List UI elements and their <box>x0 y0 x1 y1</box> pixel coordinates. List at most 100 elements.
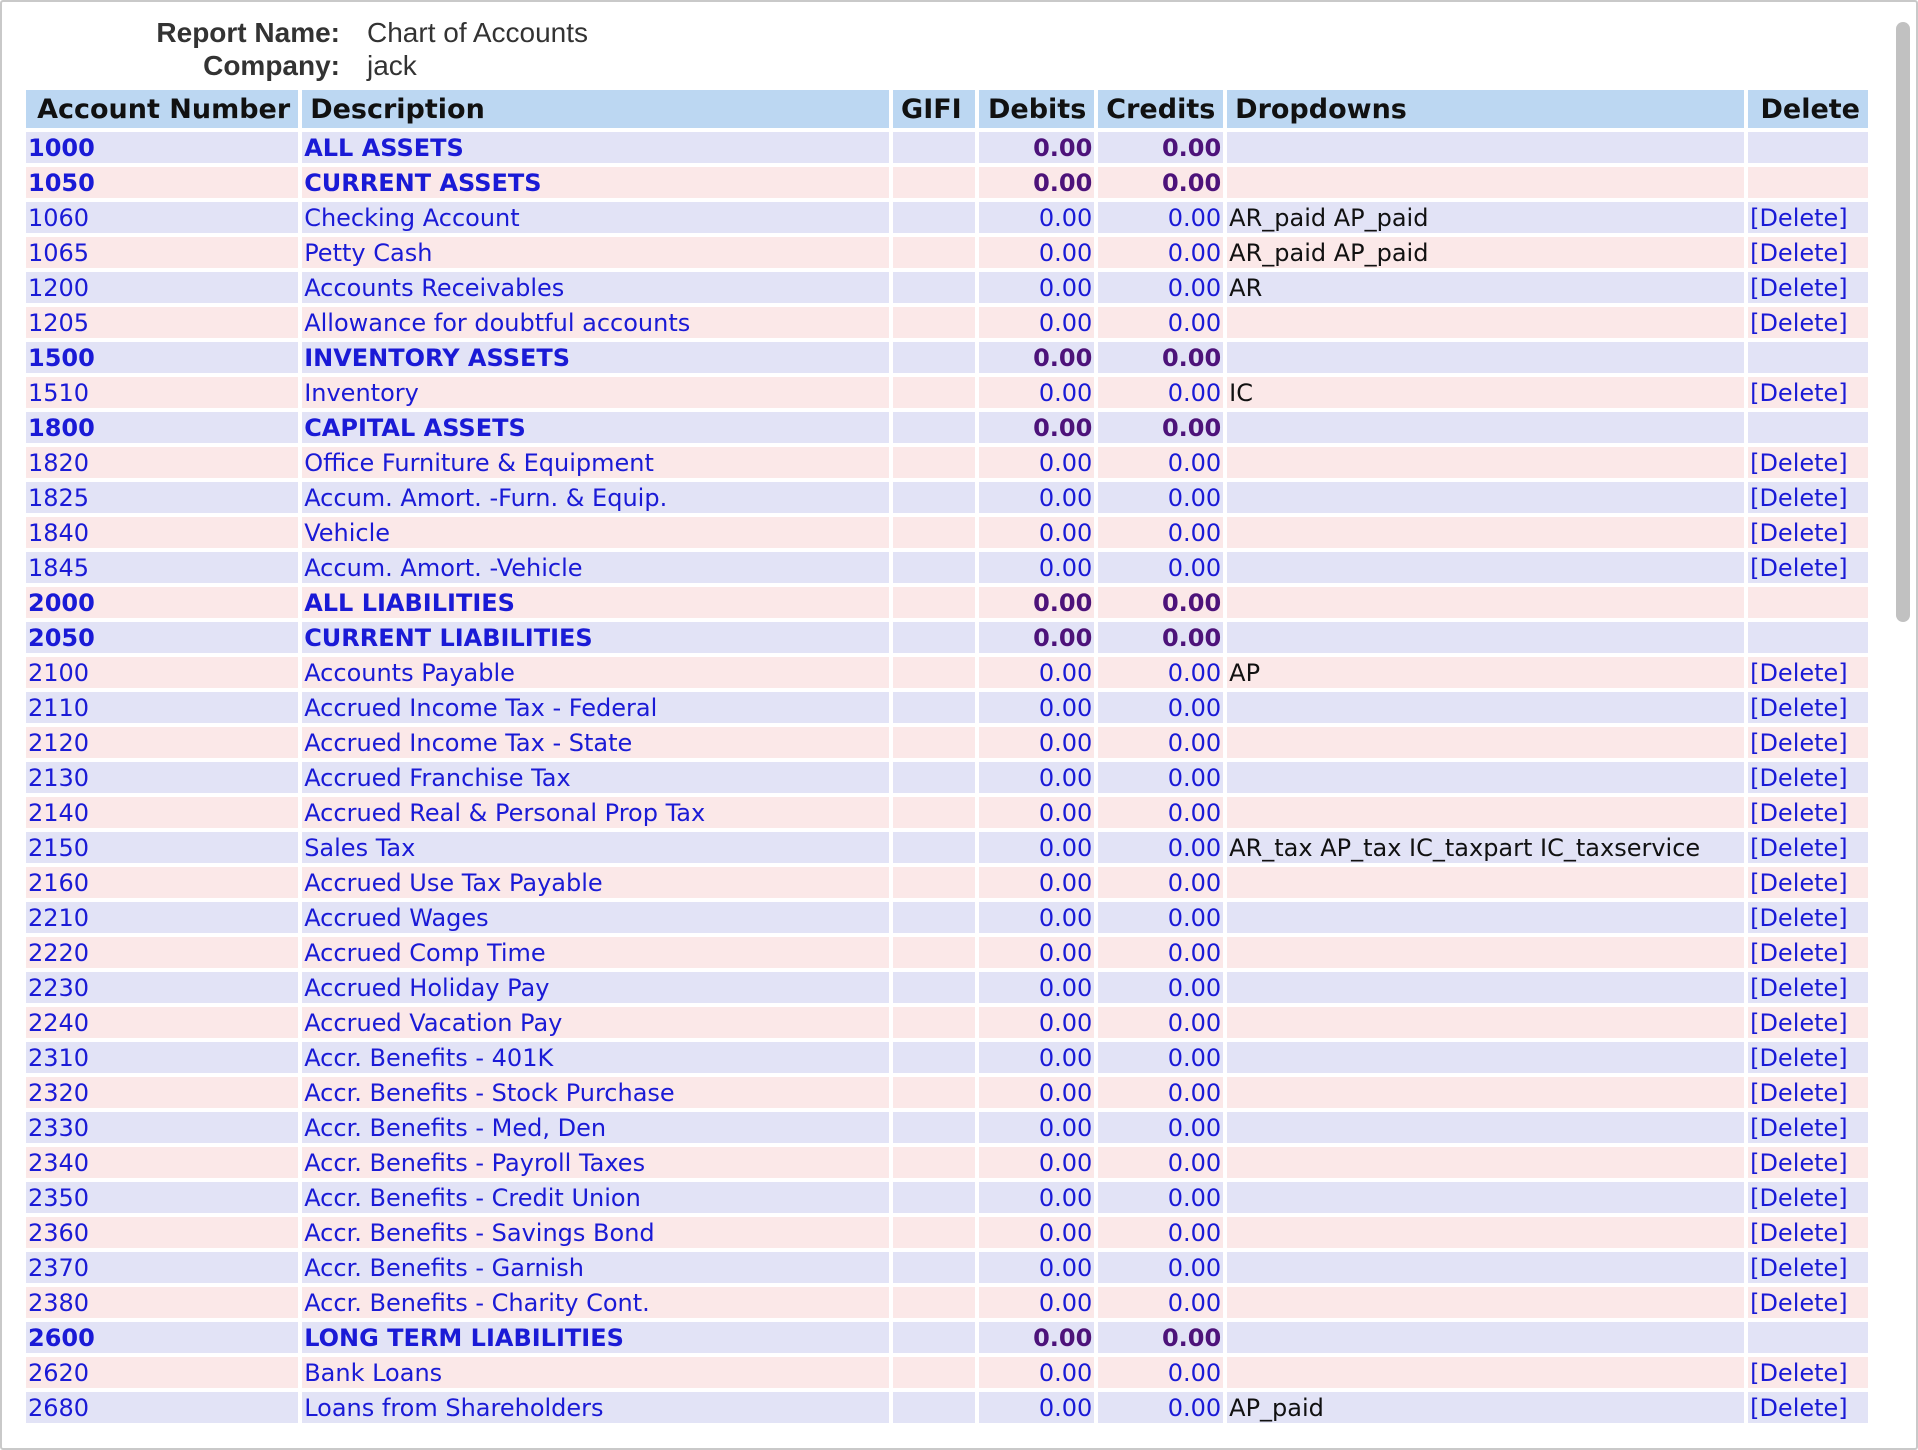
account-number-link[interactable]: 1050 <box>28 169 95 197</box>
account-number-link[interactable]: 1200 <box>28 274 89 302</box>
account-description-link[interactable]: CAPITAL ASSETS <box>304 414 526 442</box>
account-number-link[interactable]: 2210 <box>28 904 89 932</box>
account-description-link[interactable]: Allowance for doubtful accounts <box>304 309 690 337</box>
account-number-link[interactable]: 2330 <box>28 1114 89 1142</box>
account-description-link[interactable]: Accrued Income Tax - State <box>304 729 632 757</box>
account-description-link[interactable]: Accrued Franchise Tax <box>304 764 571 792</box>
account-description-link[interactable]: Accrued Income Tax - Federal <box>304 694 657 722</box>
account-description-link[interactable]: Petty Cash <box>304 239 432 267</box>
account-number-link[interactable]: 2370 <box>28 1254 89 1282</box>
account-number-link[interactable]: 2600 <box>28 1324 95 1352</box>
account-description-link[interactable]: Vehicle <box>304 519 390 547</box>
delete-link[interactable]: [Delete] <box>1750 484 1848 512</box>
delete-link[interactable]: [Delete] <box>1750 1079 1848 1107</box>
delete-link[interactable]: [Delete] <box>1750 939 1848 967</box>
account-description-link[interactable]: Checking Account <box>304 204 519 232</box>
account-number-link[interactable]: 1820 <box>28 449 89 477</box>
delete-link[interactable]: [Delete] <box>1750 449 1848 477</box>
account-description-link[interactable]: Inventory <box>304 379 419 407</box>
account-description-link[interactable]: ALL LIABILITIES <box>304 589 515 617</box>
delete-link[interactable]: [Delete] <box>1750 1394 1848 1422</box>
account-description-link[interactable]: Loans from Shareholders <box>304 1394 603 1422</box>
account-number-link[interactable]: 1000 <box>28 134 95 162</box>
account-number-link[interactable]: 2050 <box>28 624 95 652</box>
delete-link[interactable]: [Delete] <box>1750 1114 1848 1142</box>
account-number-link[interactable]: 1205 <box>28 309 89 337</box>
account-number-link[interactable]: 1825 <box>28 484 89 512</box>
account-number-link[interactable]: 1510 <box>28 379 89 407</box>
account-number-link[interactable]: 2000 <box>28 589 95 617</box>
delete-link[interactable]: [Delete] <box>1750 1044 1848 1072</box>
vertical-scrollbar[interactable] <box>1894 20 1912 1448</box>
delete-link[interactable]: [Delete] <box>1750 659 1848 687</box>
delete-link[interactable]: [Delete] <box>1750 519 1848 547</box>
delete-link[interactable]: [Delete] <box>1750 1184 1848 1212</box>
account-description-link[interactable]: Accr. Benefits - Credit Union <box>304 1184 641 1212</box>
account-number-link[interactable]: 2160 <box>28 869 89 897</box>
account-description-link[interactable]: Accr. Benefits - Med, Den <box>304 1114 606 1142</box>
account-description-link[interactable]: Accr. Benefits - Savings Bond <box>304 1219 654 1247</box>
account-number-link[interactable]: 1060 <box>28 204 89 232</box>
account-number-link[interactable]: 2340 <box>28 1149 89 1177</box>
account-number-link[interactable]: 2310 <box>28 1044 89 1072</box>
account-description-link[interactable]: ALL ASSETS <box>304 134 464 162</box>
account-number-link[interactable]: 2120 <box>28 729 89 757</box>
account-description-link[interactable]: Accr. Benefits - Garnish <box>304 1254 584 1282</box>
account-number-link[interactable]: 2110 <box>28 694 89 722</box>
account-number-link[interactable]: 2140 <box>28 799 89 827</box>
account-number-link[interactable]: 2230 <box>28 974 89 1002</box>
account-number-link[interactable]: 2100 <box>28 659 89 687</box>
account-description-link[interactable]: Accr. Benefits - Payroll Taxes <box>304 1149 645 1177</box>
account-description-link[interactable]: Accounts Receivables <box>304 274 564 302</box>
delete-link[interactable]: [Delete] <box>1750 904 1848 932</box>
delete-link[interactable]: [Delete] <box>1750 1149 1848 1177</box>
delete-link[interactable]: [Delete] <box>1750 729 1848 757</box>
account-number-link[interactable]: 2150 <box>28 834 89 862</box>
account-number-link[interactable]: 1845 <box>28 554 89 582</box>
delete-link[interactable]: [Delete] <box>1750 694 1848 722</box>
account-number-link[interactable]: 2380 <box>28 1289 89 1317</box>
account-description-link[interactable]: Accrued Holiday Pay <box>304 974 549 1002</box>
account-description-link[interactable]: Accrued Comp Time <box>304 939 546 967</box>
account-description-link[interactable]: Accr. Benefits - Charity Cont. <box>304 1289 650 1317</box>
account-description-link[interactable]: CURRENT ASSETS <box>304 169 541 197</box>
account-description-link[interactable]: Accum. Amort. -Furn. & Equip. <box>304 484 667 512</box>
account-description-link[interactable]: Bank Loans <box>304 1359 442 1387</box>
delete-link[interactable]: [Delete] <box>1750 239 1848 267</box>
account-number-link[interactable]: 2240 <box>28 1009 89 1037</box>
delete-link[interactable]: [Delete] <box>1750 204 1848 232</box>
account-number-link[interactable]: 2220 <box>28 939 89 967</box>
delete-link[interactable]: [Delete] <box>1750 869 1848 897</box>
account-description-link[interactable]: INVENTORY ASSETS <box>304 344 570 372</box>
account-number-link[interactable]: 1800 <box>28 414 95 442</box>
account-number-link[interactable]: 2350 <box>28 1184 89 1212</box>
account-description-link[interactable]: Accum. Amort. -Vehicle <box>304 554 582 582</box>
account-description-link[interactable]: CURRENT LIABILITIES <box>304 624 593 652</box>
account-number-link[interactable]: 2320 <box>28 1079 89 1107</box>
account-description-link[interactable]: Accr. Benefits - Stock Purchase <box>304 1079 675 1107</box>
delete-link[interactable]: [Delete] <box>1750 1359 1848 1387</box>
delete-link[interactable]: [Delete] <box>1750 1289 1848 1317</box>
delete-link[interactable]: [Delete] <box>1750 764 1848 792</box>
delete-link[interactable]: [Delete] <box>1750 1219 1848 1247</box>
delete-link[interactable]: [Delete] <box>1750 309 1848 337</box>
delete-link[interactable]: [Delete] <box>1750 554 1848 582</box>
delete-link[interactable]: [Delete] <box>1750 1009 1848 1037</box>
account-description-link[interactable]: Accrued Real & Personal Prop Tax <box>304 799 705 827</box>
account-description-link[interactable]: Office Furniture & Equipment <box>304 449 654 477</box>
account-description-link[interactable]: LONG TERM LIABILITIES <box>304 1324 624 1352</box>
account-number-link[interactable]: 1065 <box>28 239 89 267</box>
account-number-link[interactable]: 2130 <box>28 764 89 792</box>
scrollbar-thumb[interactable] <box>1896 22 1910 622</box>
account-description-link[interactable]: Accrued Wages <box>304 904 489 932</box>
delete-link[interactable]: [Delete] <box>1750 974 1848 1002</box>
account-description-link[interactable]: Accrued Vacation Pay <box>304 1009 562 1037</box>
delete-link[interactable]: [Delete] <box>1750 274 1848 302</box>
delete-link[interactable]: [Delete] <box>1750 799 1848 827</box>
delete-link[interactable]: [Delete] <box>1750 379 1848 407</box>
account-number-link[interactable]: 1500 <box>28 344 95 372</box>
account-description-link[interactable]: Accrued Use Tax Payable <box>304 869 602 897</box>
account-description-link[interactable]: Sales Tax <box>304 834 415 862</box>
account-number-link[interactable]: 2620 <box>28 1359 89 1387</box>
delete-link[interactable]: [Delete] <box>1750 834 1848 862</box>
